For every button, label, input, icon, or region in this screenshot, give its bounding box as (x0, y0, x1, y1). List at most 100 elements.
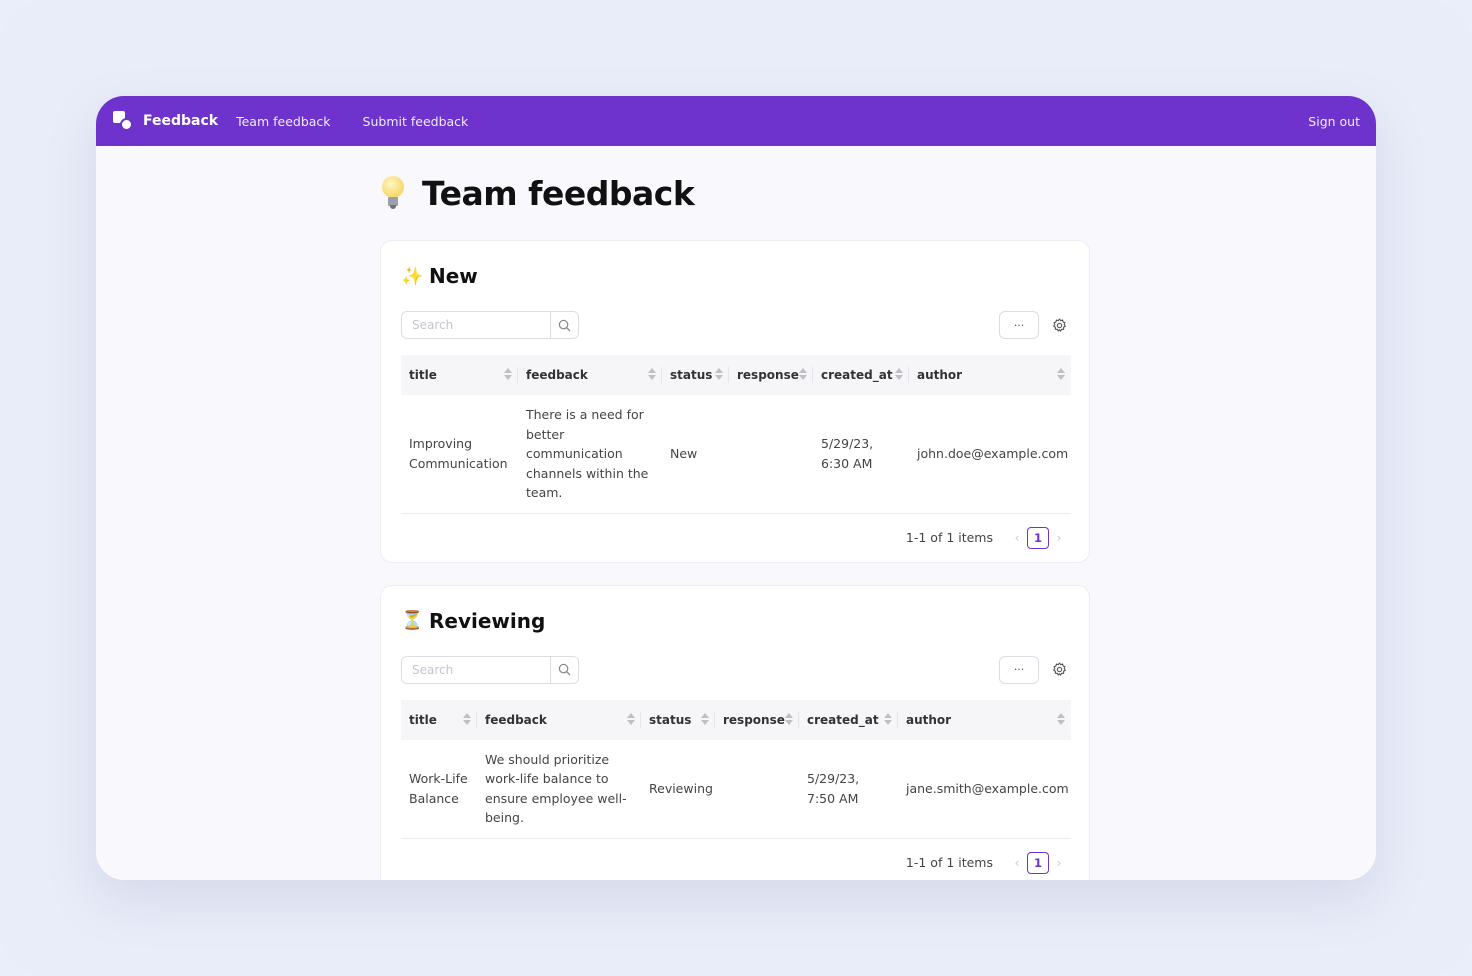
nav-link-team-feedback[interactable]: Team feedback (236, 114, 330, 129)
cell-author: john.doe@example.com (909, 395, 1071, 514)
hourglass-icon: ⏳ (401, 610, 424, 631)
cell-response (715, 739, 799, 839)
cell-created-at: 5/29/23, 7:50 AM (799, 739, 898, 839)
cell-status: New (662, 395, 729, 514)
column-header-feedback[interactable]: feedback (477, 700, 641, 740)
cell-feedback: We should prioritize work-life balance t… (477, 739, 641, 839)
page-number-button[interactable]: 1 (1027, 526, 1049, 549)
settings-button[interactable] (1049, 315, 1069, 335)
column-header-label: feedback (485, 712, 547, 727)
cell-author: jane.smith@example.com (898, 739, 1071, 839)
page-header: Team feedback (380, 146, 1090, 240)
gear-icon (1052, 662, 1066, 676)
main-content: Team feedback ✨ New ··· (380, 146, 1090, 880)
pagination: 1-1 of 1 items ‹ 1 › (401, 514, 1069, 562)
column-header-label: response (737, 368, 799, 382)
cell-created-at: 5/29/23, 6:30 AM (813, 395, 909, 514)
section-card-new: ✨ New ··· (380, 240, 1090, 563)
feedback-table: title feedback status response created_a… (401, 699, 1071, 839)
column-header-created-at[interactable]: created_at (799, 700, 898, 740)
sparkles-icon: ✨ (401, 265, 424, 287)
column-header-label: status (649, 712, 692, 727)
sort-icon (799, 368, 807, 382)
sort-icon (1057, 712, 1065, 727)
search-button[interactable] (550, 312, 578, 338)
pagination-info: 1-1 of 1 items (905, 855, 993, 870)
sort-icon (1057, 368, 1065, 382)
top-navbar: Feedback Team feedback Submit feedback S… (96, 96, 1376, 146)
column-header-status[interactable]: status (641, 700, 715, 740)
brand[interactable]: Feedback (112, 110, 218, 132)
next-page-icon[interactable]: › (1049, 531, 1069, 545)
cell-status: Reviewing (641, 739, 715, 839)
search-icon (558, 319, 571, 331)
page-number-button[interactable]: 1 (1027, 851, 1049, 874)
search-input[interactable] (402, 656, 550, 683)
column-header-label: feedback (526, 368, 588, 382)
cell-title: Improving Communication (401, 395, 518, 514)
sign-out-link[interactable]: Sign out (1308, 114, 1360, 129)
column-header-label: created_at (807, 712, 879, 727)
sort-icon (504, 368, 512, 382)
feedback-logo-icon (112, 110, 134, 132)
column-header-author[interactable]: author (909, 355, 1071, 395)
column-header-response[interactable]: response (729, 355, 813, 395)
pagination: 1-1 of 1 items ‹ 1 › (401, 839, 1069, 881)
sort-icon (884, 712, 892, 727)
cell-response (729, 395, 813, 514)
column-header-title[interactable]: title (401, 700, 477, 740)
search-icon (558, 663, 571, 676)
sort-icon (701, 712, 709, 727)
sort-icon (648, 368, 656, 382)
gear-icon (1052, 318, 1066, 332)
column-header-label: response (723, 712, 785, 727)
table-toolbar: ··· (401, 655, 1069, 684)
app-window: Feedback Team feedback Submit feedback S… (96, 96, 1376, 880)
sort-icon (895, 368, 903, 382)
column-header-author[interactable]: author (898, 700, 1071, 740)
more-options-button[interactable]: ··· (999, 655, 1039, 684)
more-options-button[interactable]: ··· (999, 311, 1039, 339)
column-header-label: status (670, 368, 713, 382)
section-card-reviewing: ⏳ Reviewing ··· (380, 584, 1090, 881)
table-header-row: title feedback status response created_a… (401, 699, 1071, 740)
section-title: Reviewing (429, 608, 546, 633)
cell-feedback: There is a need for better communication… (518, 395, 662, 514)
sort-icon (785, 712, 793, 727)
cell-title: Work-Life Balance (401, 739, 477, 839)
prev-page-icon[interactable]: ‹ (1007, 856, 1027, 870)
table-toolbar: ··· (401, 311, 1069, 339)
column-header-status[interactable]: status (662, 355, 729, 395)
column-header-created-at[interactable]: created_at (813, 355, 909, 395)
sort-icon (463, 712, 471, 727)
column-header-feedback[interactable]: feedback (518, 355, 662, 395)
search-input[interactable] (402, 312, 550, 338)
section-title: New (429, 264, 478, 288)
brand-name: Feedback (143, 113, 219, 129)
column-header-title[interactable]: title (401, 355, 518, 395)
nav-link-submit-feedback[interactable]: Submit feedback (363, 114, 469, 129)
table-row[interactable]: Work-Life Balance We should prioritize w… (401, 739, 1071, 839)
column-header-label: title (409, 368, 437, 382)
page-title: Team feedback (422, 173, 695, 213)
settings-button[interactable] (1049, 660, 1069, 680)
table-row[interactable]: Improving Communication There is a need … (401, 395, 1071, 514)
column-header-label: title (409, 712, 437, 727)
search-box (401, 311, 579, 339)
pagination-info: 1-1 of 1 items (905, 530, 993, 545)
table-header-row: title feedback status response created_a… (401, 355, 1071, 395)
next-page-icon[interactable]: › (1049, 856, 1069, 870)
section-header: ✨ New (401, 261, 1069, 291)
section-header: ⏳ Reviewing (401, 606, 1069, 636)
search-box (401, 655, 579, 684)
search-button[interactable] (550, 656, 578, 683)
sort-icon (715, 368, 723, 382)
column-header-label: created_at (821, 368, 893, 382)
column-header-label: author (906, 712, 952, 727)
light-bulb-icon (382, 176, 404, 210)
column-header-label: author (917, 368, 963, 382)
feedback-table: title feedback status response created_a… (401, 355, 1071, 514)
column-header-response[interactable]: response (715, 700, 799, 740)
sort-icon (627, 712, 635, 727)
prev-page-icon[interactable]: ‹ (1007, 531, 1027, 545)
